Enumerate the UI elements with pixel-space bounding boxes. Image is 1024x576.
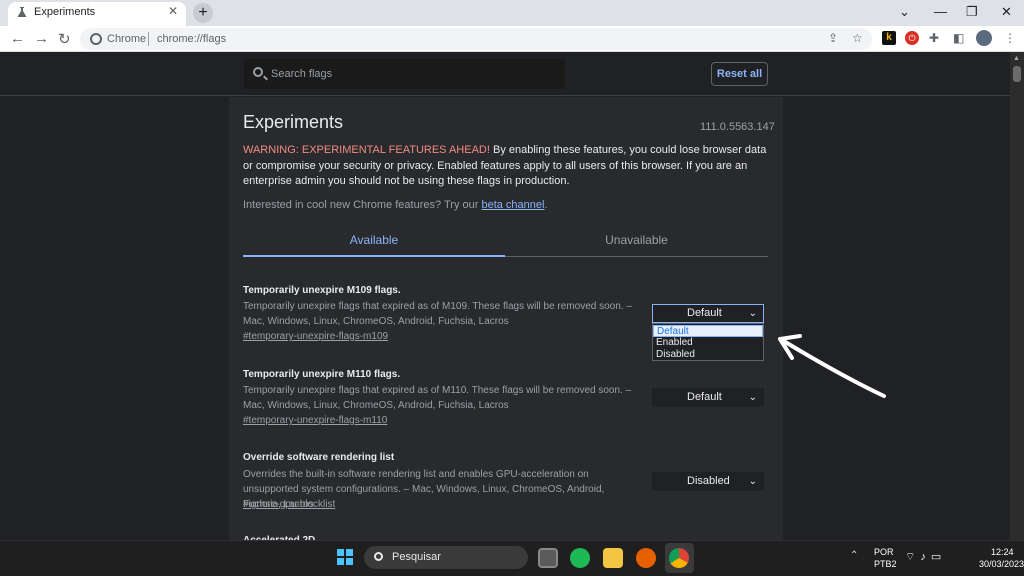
tab-search-icon[interactable]: ⌄: [899, 4, 910, 20]
search-placeholder: Search flags: [271, 68, 333, 80]
extensions-puzzle-icon[interactable]: ✚: [929, 31, 939, 45]
reset-all-button[interactable]: Reset all: [711, 62, 768, 86]
select-dropdown-list: Default Enabled Disabled: [652, 323, 764, 361]
restore-icon[interactable]: ❐: [966, 4, 978, 20]
warning-prefix: WARNING: EXPERIMENTAL FEATURES AHEAD!: [243, 144, 490, 156]
interest-text: Interested in cool new Chrome features? …: [243, 199, 548, 211]
version-label: 111.0.5563.147: [700, 121, 775, 133]
scroll-up-icon[interactable]: ▲: [1013, 55, 1020, 62]
experiment-title: Override software rendering list: [243, 452, 395, 463]
menu-kebab-icon[interactable]: ⋮: [1004, 31, 1016, 45]
option-enabled[interactable]: Enabled: [653, 337, 763, 349]
annotation-arrow-icon: [778, 334, 886, 398]
omnibox-separator: [148, 32, 149, 46]
omnibox-url[interactable]: chrome://flags: [157, 33, 226, 45]
side-panel-icon[interactable]: ◧: [953, 31, 964, 45]
interest-end: .: [544, 199, 548, 211]
experiment-select[interactable]: Default ⌄: [652, 304, 764, 323]
language-indicator[interactable]: POR: [874, 547, 894, 557]
back-icon[interactable]: ←: [10, 30, 25, 47]
bookmark-star-icon[interactable]: ☆: [852, 31, 863, 45]
file-explorer-icon[interactable]: [603, 548, 623, 568]
select-value: Default: [687, 307, 722, 319]
scrollbar[interactable]: [1010, 52, 1024, 540]
tab-unavailable[interactable]: Unavailable: [505, 226, 768, 256]
tab-available[interactable]: Available: [243, 226, 505, 256]
chevron-down-icon: ⌄: [748, 476, 757, 487]
spotify-icon[interactable]: [570, 548, 590, 568]
wifi-icon[interactable]: ⌔: [905, 551, 920, 563]
windows-start-icon[interactable]: [337, 549, 353, 565]
experiment-title: Temporarily unexpire M110 flags.: [243, 369, 401, 380]
tray-chevron-up-icon[interactable]: ⌃: [850, 550, 858, 561]
keyboard-layout[interactable]: PTB2: [874, 559, 897, 569]
window-close-icon[interactable]: ✕: [1001, 4, 1012, 20]
experiment-link[interactable]: #ignore-gpu-blocklist: [243, 499, 335, 510]
experiment-description: Temporarily unexpire flags that expired …: [243, 385, 632, 411]
chrome-taskbar-icon[interactable]: [669, 548, 689, 568]
close-icon[interactable]: ✕: [168, 4, 178, 18]
reload-icon[interactable]: ↻: [58, 30, 71, 48]
chevron-down-icon: ⌄: [748, 392, 757, 403]
experiment-link[interactable]: #temporary-unexpire-flags-m110: [243, 415, 387, 426]
page-title: Experiments: [243, 112, 344, 132]
task-view-icon[interactable]: [538, 548, 558, 568]
flask-icon: [17, 7, 27, 17]
extension-adblock-icon[interactable]: ⏻: [905, 31, 919, 45]
select-value: Disabled: [687, 475, 730, 487]
chevron-down-icon: ⌄: [748, 308, 757, 319]
volume-icon[interactable]: ♪: [920, 551, 931, 563]
firefox-icon[interactable]: [636, 548, 656, 568]
experiment-title: Temporarily unexpire M109 flags.: [243, 285, 401, 296]
omnibox-site-label: Chrome: [107, 33, 147, 45]
extension-k-icon[interactable]: k: [882, 31, 896, 45]
select-value: Default: [687, 391, 722, 403]
experiment-link[interactable]: #temporary-unexpire-flags-m109: [243, 331, 388, 342]
new-tab-button[interactable]: +: [193, 3, 213, 23]
battery-icon[interactable]: ▭: [931, 551, 946, 563]
tab-title: Experiments: [34, 6, 96, 18]
experiment-select[interactable]: Disabled ⌄: [652, 472, 764, 491]
forward-icon[interactable]: →: [34, 30, 49, 47]
option-disabled[interactable]: Disabled: [653, 349, 763, 361]
experiment-select[interactable]: Default ⌄: [652, 388, 764, 407]
taskbar-search[interactable]: [364, 546, 528, 569]
option-default[interactable]: Default: [653, 325, 763, 337]
interest-label: Interested in cool new Chrome features? …: [243, 199, 482, 211]
minimize-icon[interactable]: —: [934, 4, 947, 19]
clock-date[interactable]: 30/03/2023: [979, 559, 1024, 569]
experiment-description: Temporarily unexpire flags that expired …: [243, 301, 632, 327]
chrome-icon: [90, 33, 102, 45]
profile-avatar[interactable]: [976, 30, 992, 46]
tray-status-icons[interactable]: ⌔♪▭: [905, 550, 946, 564]
scrollbar-thumb[interactable]: [1013, 66, 1021, 82]
active-tab-indicator: [243, 255, 505, 257]
warning-text: WARNING: EXPERIMENTAL FEATURES AHEAD! By…: [243, 143, 773, 190]
clock-time[interactable]: 12:24: [991, 547, 1014, 557]
search-icon: [253, 67, 263, 77]
share-icon[interactable]: ⇪: [828, 31, 838, 45]
search-icon: [374, 552, 383, 561]
beta-channel-link[interactable]: beta channel: [481, 199, 544, 211]
taskbar-search-label: Pesquisar: [392, 551, 441, 563]
